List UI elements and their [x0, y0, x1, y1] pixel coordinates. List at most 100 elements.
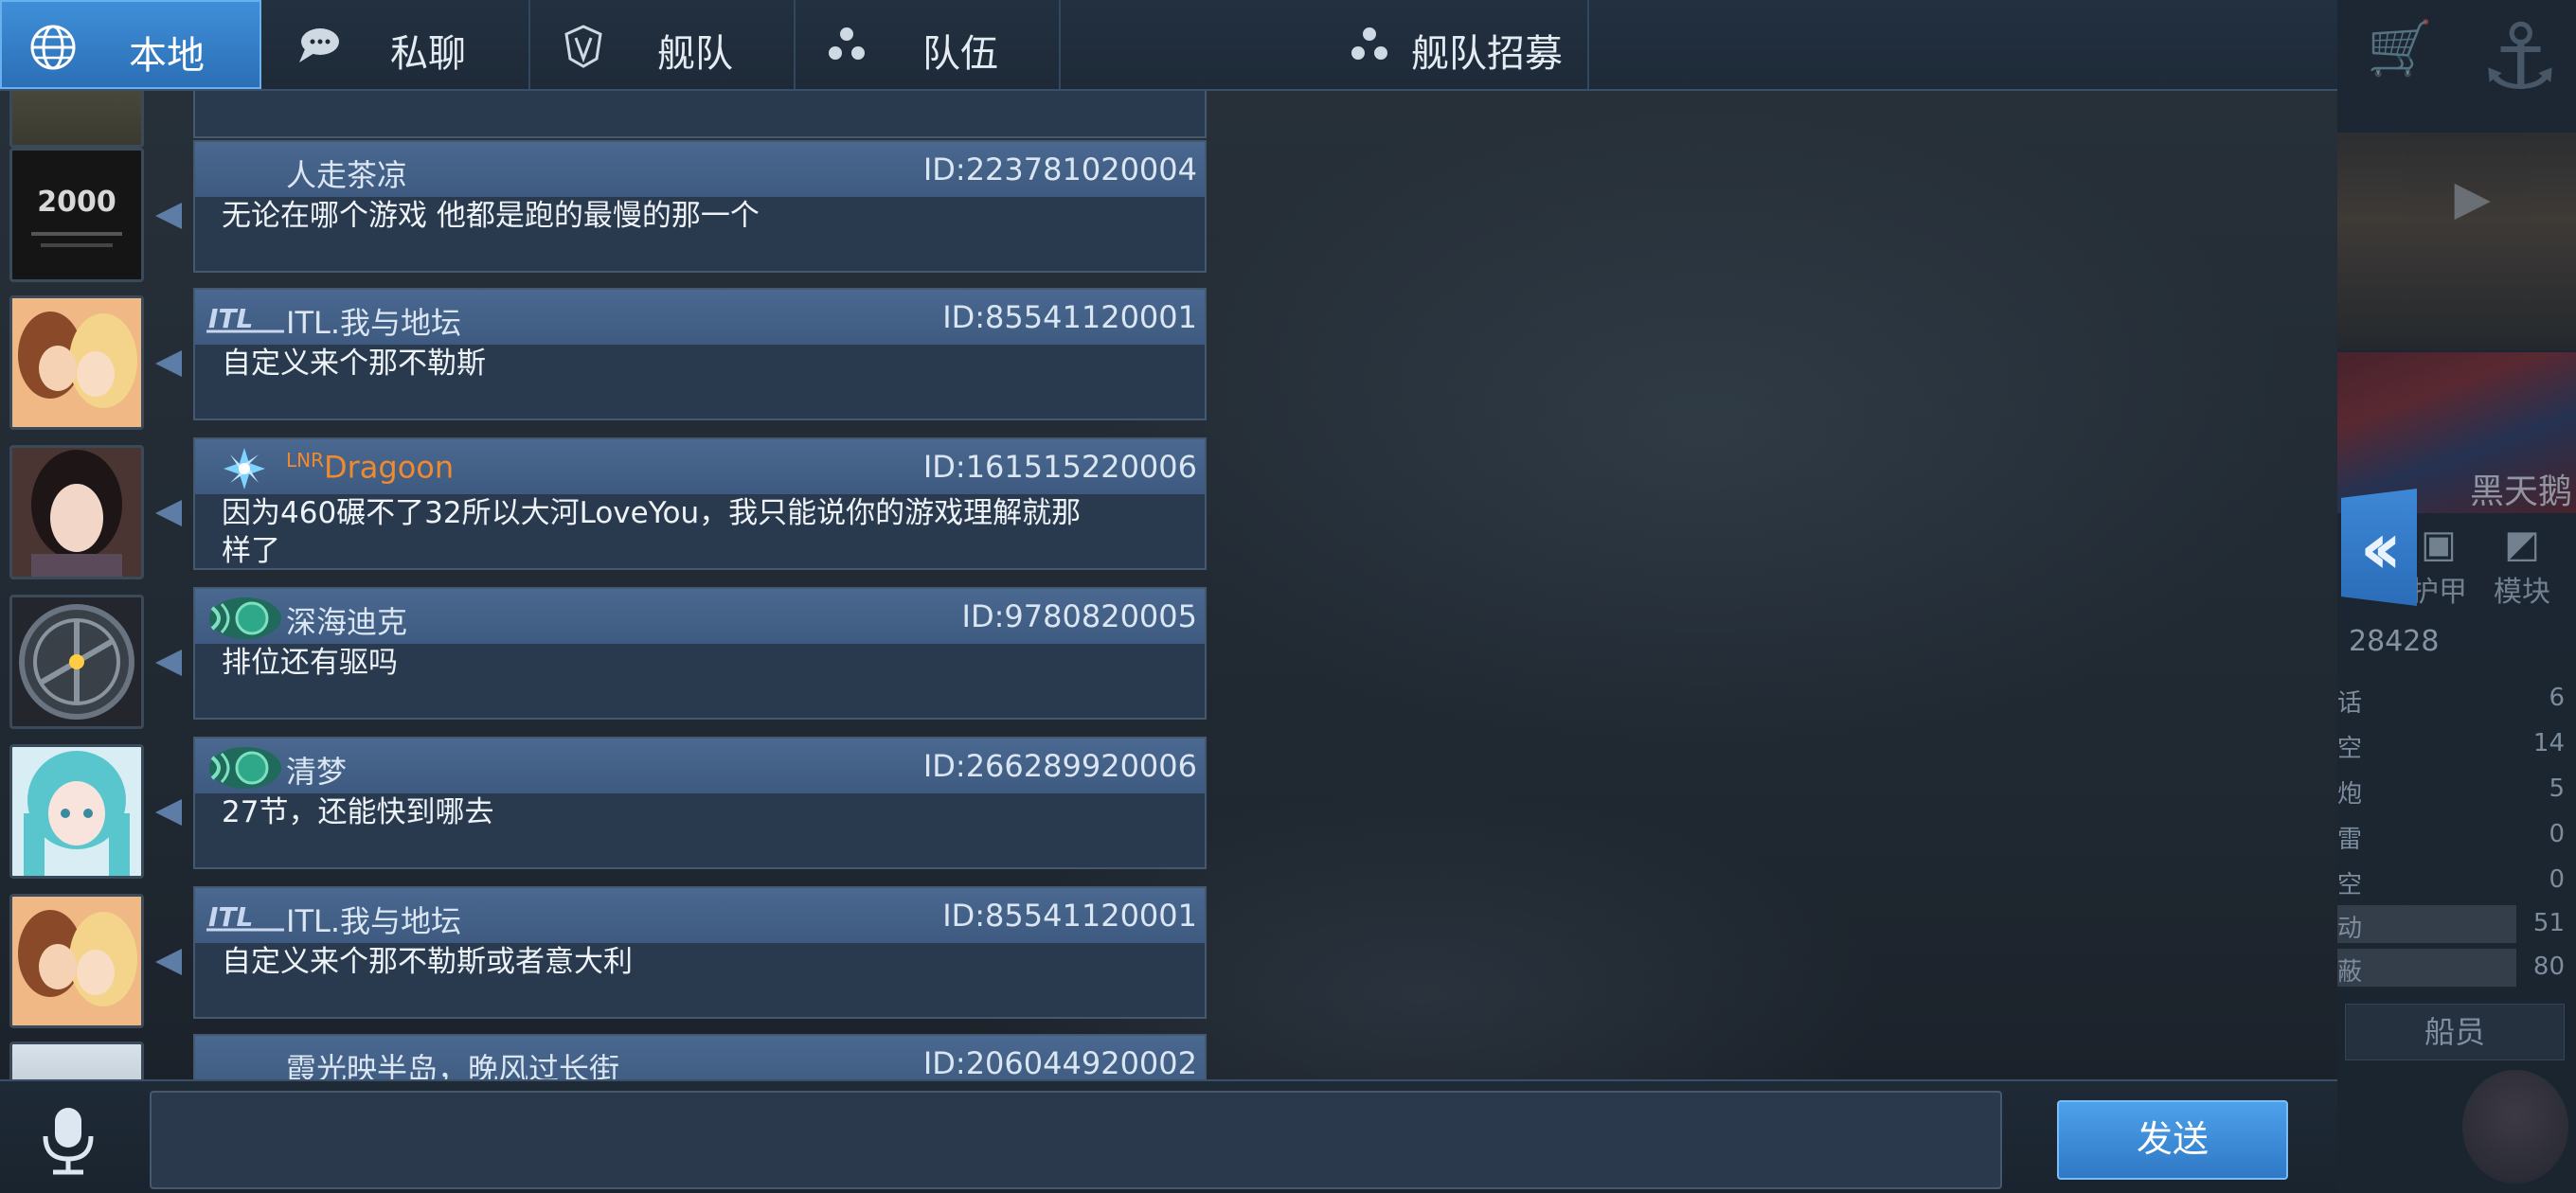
- tab-fleet-recruit[interactable]: 舰队招募: [1061, 0, 1589, 89]
- module-icon: ◩: [2504, 523, 2540, 566]
- bubble-pointer: [155, 799, 182, 826]
- chat-message-input[interactable]: [150, 1091, 2002, 1189]
- sender-id: ID:85541120001: [942, 898, 1197, 934]
- stat-row: 炮 5: [2337, 775, 2565, 809]
- tab-module[interactable]: ◩ 模块: [2470, 521, 2574, 615]
- ship-preview-image: ▶: [2337, 133, 2576, 350]
- message-header: LNRDragoon ID:161515220006: [195, 439, 1205, 494]
- bubble-pointer: [155, 949, 182, 975]
- sender-name[interactable]: ITL.我与地坛: [286, 898, 461, 941]
- message-text: 排位还有驱吗: [222, 646, 398, 680]
- shopping-cart-icon[interactable]: 🛒: [2352, 21, 2447, 78]
- crew-button[interactable]: 船员: [2345, 1004, 2565, 1060]
- avatar[interactable]: [9, 894, 144, 1028]
- list-item: ITL ITL.我与地坛 ID:85541120001 自定义来个那不勒斯或者意…: [0, 886, 1222, 1028]
- chat-bubble-icon: [294, 21, 343, 70]
- sender-name[interactable]: ITL.我与地坛: [286, 299, 461, 343]
- send-button[interactable]: 发送: [2057, 1100, 2288, 1180]
- itl-badge-icon: ITL: [205, 894, 286, 937]
- list-item: [0, 91, 1222, 148]
- team-dots-icon: [1345, 21, 1394, 70]
- microphone-icon: [28, 1108, 108, 1184]
- message-bubble: ITL ITL.我与地坛 ID:85541120001 自定义来个那不勒斯或者意…: [193, 886, 1207, 1019]
- avatar[interactable]: [9, 91, 144, 148]
- anchor-icon[interactable]: ⚓: [2468, 0, 2572, 114]
- message-text: 自定义来个那不勒斯或者意大利: [222, 945, 633, 979]
- message-text: 因为460碾不了32所以大河LoveYou，我只能说你的游戏理解就那样了: [222, 496, 1082, 568]
- tab-private-chat[interactable]: 私聊: [267, 0, 530, 89]
- sender-name[interactable]: 霞光映半岛，晚风过长街: [286, 1045, 619, 1079]
- message-text: 27节，还能快到哪去: [222, 795, 494, 829]
- list-item: 霞光映半岛，晚风过长街 ID:206044920002: [0, 1034, 1222, 1079]
- sender-id: ID:206044920002: [922, 1045, 1197, 1079]
- message-list[interactable]: 2000 人走茶凉 ID:223781020004 无论在哪个游戏 他都是跑的最…: [0, 91, 1222, 1079]
- list-item: ITL ITL.我与地坛 ID:85541120001 自定义来个那不勒斯: [0, 288, 1222, 430]
- tab-local[interactable]: 本地: [0, 0, 261, 89]
- tab-team[interactable]: 队伍: [796, 0, 1061, 89]
- double-chevron-left-icon: ‹‹: [2359, 505, 2402, 590]
- next-ship-arrow-icon[interactable]: ▶: [2455, 170, 2491, 225]
- bubble-pointer: [155, 203, 182, 229]
- bubble-pointer: [155, 500, 182, 526]
- chat-panel: 本地 私聊 舰队 队伍 舰队招募 2000 人走茶凉 ID:2237810200…: [0, 0, 2337, 1193]
- stat-row: 话 6: [2337, 684, 2565, 718]
- stat-row: 动 51: [2337, 905, 2576, 943]
- sender-id: ID:266289920006: [922, 748, 1197, 784]
- tab-fleet[interactable]: 舰队: [530, 0, 796, 89]
- stat-row: 空 14: [2337, 729, 2565, 763]
- bubble-pointer: [155, 350, 182, 377]
- message-header: 霞光映半岛，晚风过长街 ID:206044920002: [195, 1036, 1205, 1079]
- list-item: LNRDragoon ID:161515220006 因为460碾不了32所以大…: [0, 437, 1222, 579]
- guild-prefix: LNR: [286, 449, 324, 472]
- sender-id: ID:223781020004: [922, 151, 1197, 187]
- captain-avatar[interactable]: [2462, 1070, 2568, 1184]
- fleet-shield-icon: [559, 21, 608, 70]
- message-bubble: 清梦 ID:266289920006 27节，还能快到哪去: [193, 737, 1207, 869]
- sender-id: ID:161515220006: [922, 449, 1197, 485]
- sender-name-text: Dragoon: [324, 449, 455, 486]
- avatar[interactable]: [9, 744, 144, 879]
- list-item: 深海迪克 ID:9780820005 排位还有驱吗: [0, 587, 1222, 729]
- message-header: 人走茶凉 ID:223781020004: [195, 142, 1205, 197]
- list-item: 清梦 ID:266289920006 27节，还能快到哪去: [0, 737, 1222, 879]
- bubble-pointer: [155, 650, 182, 676]
- svg-text:ITL: ITL: [208, 303, 253, 334]
- message-header: 清梦 ID:266289920006: [195, 739, 1205, 793]
- sender-name[interactable]: LNRDragoon: [286, 449, 454, 486]
- message-header: ITL ITL.我与地坛 ID:85541120001: [195, 290, 1205, 345]
- message-bubble: 人走茶凉 ID:223781020004 无论在哪个游戏 他都是跑的最慢的那一个: [193, 140, 1207, 273]
- svg-text:2000: 2000: [37, 186, 116, 219]
- collapse-chat-button[interactable]: ‹‹: [2341, 489, 2417, 606]
- avatar[interactable]: [9, 295, 144, 430]
- message-bubble: 深海迪克 ID:9780820005 排位还有驱吗: [193, 587, 1207, 720]
- chat-tab-bar: 本地 私聊 舰队 队伍 舰队招募: [0, 0, 2337, 91]
- globe-icon: [28, 23, 78, 72]
- message-header: ITL ITL.我与地坛 ID:85541120001: [195, 888, 1205, 943]
- itl-badge-icon: ITL: [205, 295, 286, 339]
- ship-power-value: 28428: [2349, 625, 2440, 658]
- sender-name[interactable]: 人走茶凉: [286, 151, 407, 195]
- avatar[interactable]: [9, 1042, 144, 1079]
- message-bubble: 霞光映半岛，晚风过长街 ID:206044920002: [193, 1034, 1207, 1079]
- message-bubble: LNRDragoon ID:161515220006 因为460碾不了32所以大…: [193, 437, 1207, 570]
- sender-id: ID:85541120001: [942, 299, 1197, 335]
- team-dots-icon: [822, 21, 871, 70]
- green-swirl-badge-icon: [205, 595, 286, 639]
- avatar[interactable]: [9, 595, 144, 729]
- stat-row: 空 0: [2337, 865, 2565, 899]
- message-header: 深海迪克 ID:9780820005: [195, 589, 1205, 644]
- avatar[interactable]: 2000: [9, 148, 144, 282]
- list-item: 2000 人走茶凉 ID:223781020004 无论在哪个游戏 他都是跑的最…: [0, 140, 1222, 282]
- message-text: 无论在哪个游戏 他都是跑的最慢的那一个: [222, 199, 760, 233]
- chat-input-bar: 发送: [0, 1079, 2337, 1193]
- avatar[interactable]: [9, 445, 144, 579]
- sender-name[interactable]: 深海迪克: [286, 598, 407, 642]
- ship-name: 黑天鹅: [2469, 472, 2572, 511]
- message-bubble: [193, 91, 1207, 138]
- stat-row: 蔽 80: [2337, 949, 2576, 987]
- sender-name[interactable]: 清梦: [286, 748, 347, 792]
- sender-id: ID:9780820005: [961, 598, 1197, 634]
- message-text: 自定义来个那不勒斯: [222, 347, 486, 381]
- microphone-button[interactable]: [28, 1100, 108, 1180]
- snowflake-badge-icon: [205, 445, 286, 490]
